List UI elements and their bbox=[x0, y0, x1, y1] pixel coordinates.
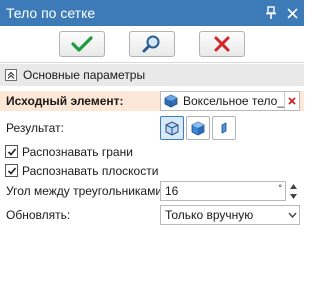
detect-planes-label: Распознавать плоскости bbox=[22, 164, 159, 178]
check-icon bbox=[7, 166, 16, 175]
update-label: Обновлять: bbox=[6, 208, 71, 222]
action-toolbar bbox=[0, 26, 304, 62]
result-solid-button[interactable] bbox=[160, 116, 184, 140]
collapse-icon[interactable] bbox=[5, 69, 17, 81]
preview-button[interactable] bbox=[129, 31, 175, 57]
spin-up-icon[interactable] bbox=[287, 181, 300, 191]
angle-spinner[interactable] bbox=[287, 181, 300, 201]
update-value: Только вручную bbox=[165, 208, 254, 222]
check-icon bbox=[7, 147, 16, 156]
solid-body-icon bbox=[165, 121, 179, 136]
divider bbox=[0, 62, 304, 63]
pin-icon[interactable] bbox=[262, 3, 280, 23]
angle-input[interactable]: 16 ° bbox=[160, 181, 286, 201]
cross-icon bbox=[214, 36, 230, 52]
checkmark-icon bbox=[71, 36, 93, 52]
cancel-button[interactable] bbox=[199, 31, 245, 57]
clear-icon[interactable] bbox=[284, 92, 299, 110]
section-label: Основные параметры bbox=[23, 68, 146, 82]
result-label: Результат: bbox=[6, 121, 64, 135]
spin-down-icon[interactable] bbox=[287, 191, 300, 201]
detect-faces-label: Распознавать грани bbox=[22, 145, 133, 159]
update-select[interactable]: Только вручную bbox=[160, 205, 300, 225]
section-main-params[interactable]: Основные параметры bbox=[0, 64, 304, 86]
detect-planes-checkbox[interactable] bbox=[5, 164, 18, 177]
sheet-icon bbox=[221, 122, 227, 134]
title-bar: Тело по сетке bbox=[0, 0, 304, 26]
source-label: Исходный элемент: bbox=[6, 94, 124, 108]
ok-button[interactable] bbox=[59, 31, 105, 57]
window-title: Тело по сетке bbox=[6, 5, 96, 21]
close-icon[interactable] bbox=[283, 3, 301, 23]
detect-faces-checkbox[interactable] bbox=[5, 145, 18, 158]
result-sheet-button[interactable] bbox=[212, 116, 236, 140]
result-surface-button[interactable] bbox=[186, 116, 210, 140]
surface-body-icon bbox=[191, 121, 205, 136]
angle-value: 16 bbox=[165, 184, 179, 198]
magnifier-icon bbox=[142, 35, 160, 53]
angle-label: Угол между треугольниками: bbox=[6, 184, 166, 198]
source-value: Воксельное тело_1 bbox=[183, 94, 284, 108]
source-field[interactable]: Воксельное тело_1 bbox=[160, 91, 300, 111]
chevron-down-icon[interactable] bbox=[285, 212, 299, 218]
voxel-body-icon bbox=[163, 93, 179, 109]
angle-unit: ° bbox=[278, 183, 282, 193]
